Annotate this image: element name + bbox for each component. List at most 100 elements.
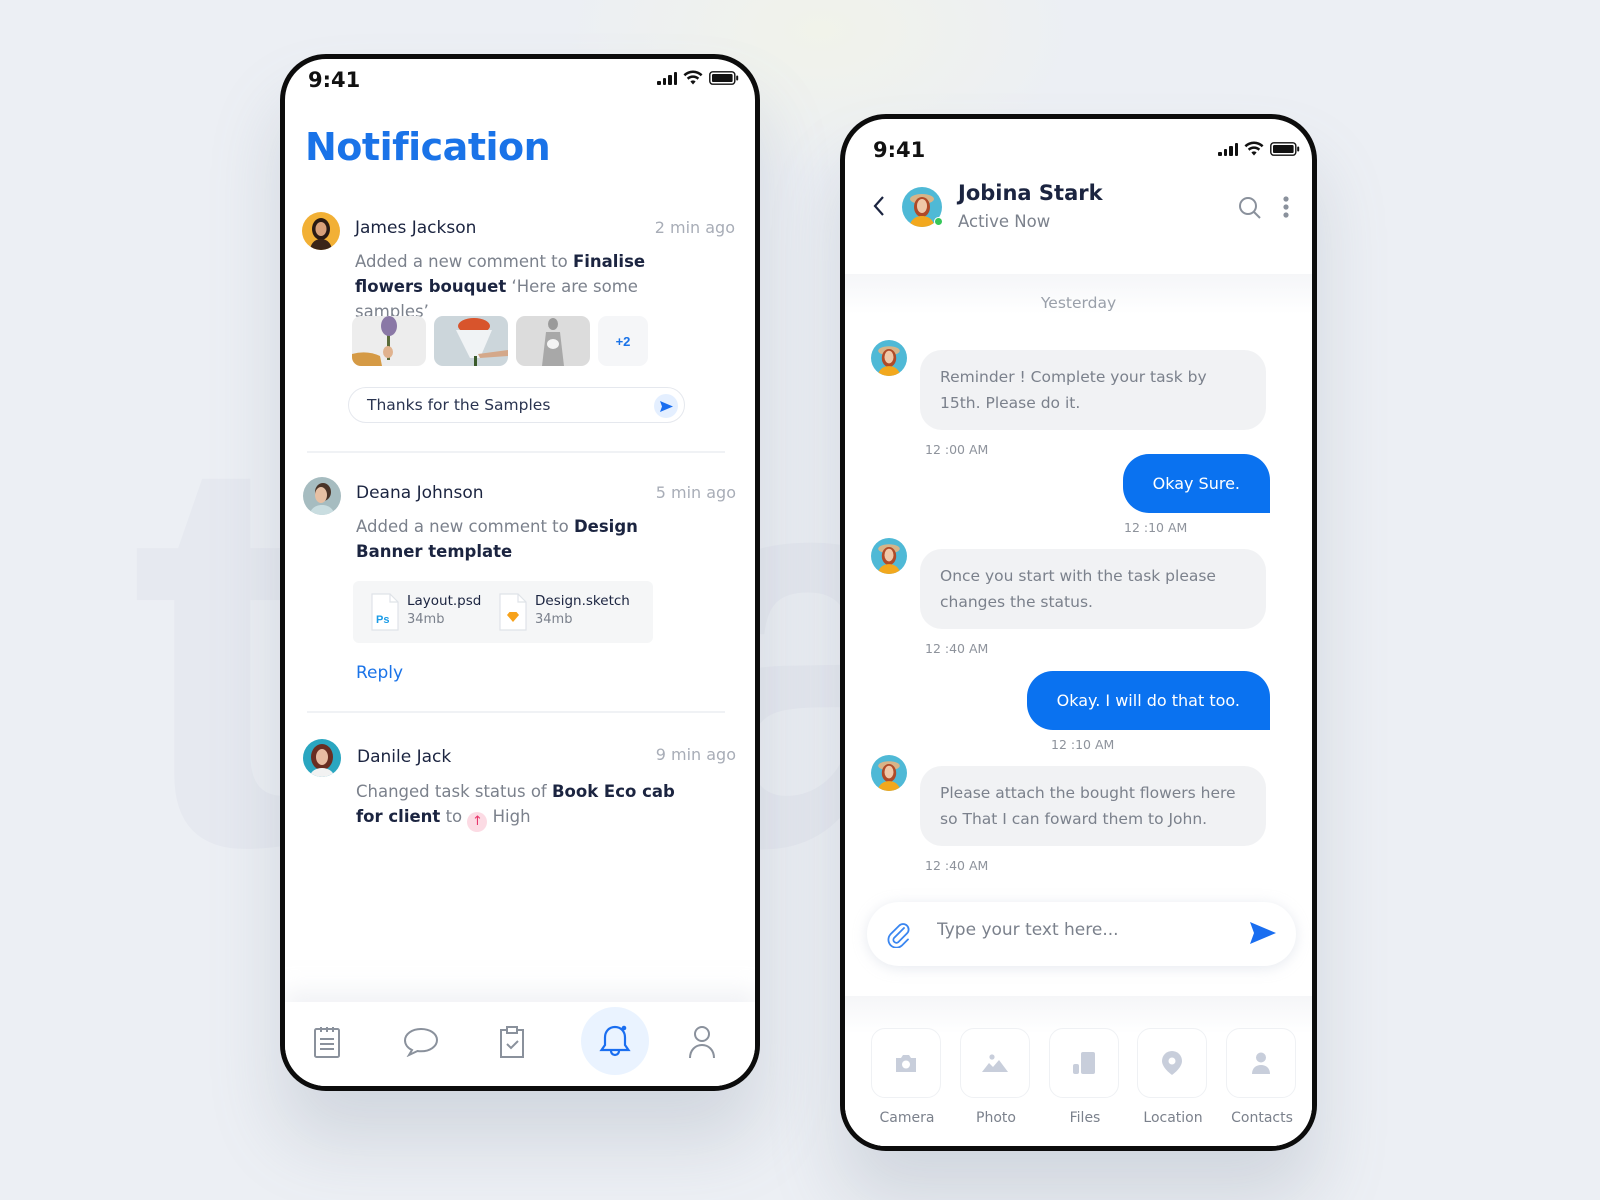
send-button[interactable] <box>1250 922 1276 949</box>
status-bar: 9:41 <box>845 119 1312 169</box>
chat-phone: 9:41 Jobina Stark Active Now Yesterday R… <box>840 114 1317 1151</box>
attach-button[interactable] <box>887 922 911 953</box>
contact-status: Active Now <box>958 212 1051 231</box>
attach-label: Location <box>1143 1110 1203 1126</box>
sender-name: Deana Johnson <box>356 483 484 503</box>
camera-icon <box>896 1055 916 1072</box>
notification-time: 5 min ago <box>655 483 736 502</box>
attachment-options: Camera Photo Files Location Contacts <box>845 996 1312 1146</box>
status-time: 9:41 <box>873 138 926 162</box>
arrow-up-icon: ↑ <box>467 811 488 832</box>
message-input[interactable] <box>937 920 1227 940</box>
contact-name: Jobina Stark <box>958 181 1103 205</box>
file-name: Design.sketch <box>535 593 630 609</box>
message-time: 12 :40 AM <box>925 641 989 656</box>
tab-messages[interactable] <box>391 1012 451 1072</box>
notification-item[interactable]: Danile Jack 9 min ago Changed task statu… <box>285 739 755 849</box>
sender-name: James Jackson <box>355 218 477 238</box>
tab-profile[interactable] <box>672 1012 732 1072</box>
signal-icon <box>657 71 677 85</box>
tab-notes[interactable] <box>297 1012 357 1072</box>
notification-phone: 9:41 Notification James Jackson 2 min ag… <box>280 54 760 1091</box>
attach-location[interactable]: Location <box>1137 1028 1209 1126</box>
user-icon <box>689 1026 715 1059</box>
battery-icon <box>1270 141 1300 156</box>
more-photos-button[interactable]: +2 <box>598 316 648 366</box>
chevron-left-icon <box>873 196 884 216</box>
svg-text:Ps: Ps <box>376 614 389 626</box>
attach-contacts[interactable]: Contacts <box>1226 1028 1298 1126</box>
file-name: Layout.psd <box>407 593 482 609</box>
divider <box>307 711 725 713</box>
wifi-icon <box>683 70 703 85</box>
attach-label: Contacts <box>1231 1110 1293 1126</box>
avatar[interactable] <box>302 212 340 250</box>
reply-send-button[interactable] <box>654 394 678 418</box>
thumbnail-lavender-bouquet[interactable] <box>352 316 426 366</box>
contact-icon <box>1252 1052 1270 1074</box>
battery-icon <box>709 70 739 85</box>
message-incoming[interactable]: Once you start with the task please chan… <box>920 549 1266 629</box>
message-avatar <box>871 538 907 574</box>
day-separator: Yesterday <box>1040 294 1117 312</box>
notification-text: Added a new comment to Finalise flowers … <box>355 252 646 321</box>
message-composer <box>867 902 1296 966</box>
page-title: Notification <box>305 125 551 169</box>
signal-icon <box>1218 142 1238 156</box>
attach-photo[interactable]: Photo <box>960 1028 1032 1126</box>
search-icon <box>1239 197 1261 219</box>
message-avatar <box>871 340 907 376</box>
contact-avatar[interactable] <box>902 187 943 227</box>
message-outgoing[interactable]: Okay Sure. <box>1122 454 1270 513</box>
reply-link[interactable]: Reply <box>356 663 403 683</box>
message-avatar <box>871 755 907 791</box>
file-size: 34mb <box>407 612 445 627</box>
notification-item[interactable]: James Jackson 2 min ago Added a new comm… <box>285 209 755 459</box>
sender-name: Danile Jack <box>357 747 452 767</box>
notification-time: 9 min ago <box>655 745 736 764</box>
more-options-button[interactable] <box>1282 195 1290 224</box>
more-vertical-icon <box>1283 196 1289 218</box>
message-outgoing[interactable]: Okay. I will do that too. <box>1026 671 1270 730</box>
thumbnail-bride-bouquet[interactable] <box>516 316 590 366</box>
status-bar: 9:41 <box>285 59 755 109</box>
avatar[interactable] <box>303 477 341 515</box>
attach-label: Files <box>1069 1110 1101 1126</box>
thumbnail-red-roses[interactable] <box>434 316 508 366</box>
paperclip-icon <box>887 923 910 949</box>
clipboard-check-icon <box>500 1026 524 1058</box>
attach-label: Camera <box>879 1110 935 1126</box>
message-incoming[interactable]: Please attach the bought flowers here so… <box>920 766 1266 846</box>
file-attachment[interactable]: Ps Layout.psd 34mb <box>371 593 481 631</box>
divider <box>307 451 725 453</box>
tab-tasks[interactable] <box>482 1012 542 1072</box>
attach-files[interactable]: Files <box>1049 1028 1121 1126</box>
attach-label: Photo <box>976 1110 1016 1126</box>
attach-camera[interactable]: Camera <box>871 1028 943 1126</box>
chat-bubble-icon <box>403 1027 439 1057</box>
back-button[interactable] <box>873 195 885 222</box>
chat-header: Jobina Stark Active Now <box>845 169 1312 274</box>
notification-time: 2 min ago <box>654 218 735 237</box>
priority-label: High <box>492 807 531 826</box>
avatar[interactable] <box>303 739 341 777</box>
message-time: 12 :10 AM <box>1051 737 1115 752</box>
notepad-icon <box>314 1027 340 1058</box>
send-icon <box>1250 922 1276 944</box>
message-time: 12 :40 AM <box>925 858 989 873</box>
send-icon <box>659 400 673 412</box>
image-icon <box>982 1054 1008 1072</box>
files-icon <box>1073 1052 1095 1074</box>
file-attachment[interactable]: Design.sketch 34mb <box>499 593 630 631</box>
notification-item[interactable]: Deana Johnson 5 min ago Added a new comm… <box>285 474 755 704</box>
reply-input[interactable]: Thanks for the Samples <box>348 387 685 423</box>
message-incoming[interactable]: Reminder ! Complete your task by 15th. P… <box>920 350 1266 430</box>
photoshop-file-icon: Ps <box>371 593 399 631</box>
tab-notifications[interactable] <box>581 1007 649 1075</box>
notification-text: Changed task status of Book Eco cab for … <box>356 779 706 832</box>
message-time: 12 :00 AM <box>925 442 989 457</box>
notification-text: Added a new comment to Design Banner tem… <box>356 517 638 561</box>
search-button[interactable] <box>1238 196 1262 225</box>
reply-input-value[interactable]: Thanks for the Samples <box>367 396 550 414</box>
tab-bar <box>285 1002 755 1086</box>
